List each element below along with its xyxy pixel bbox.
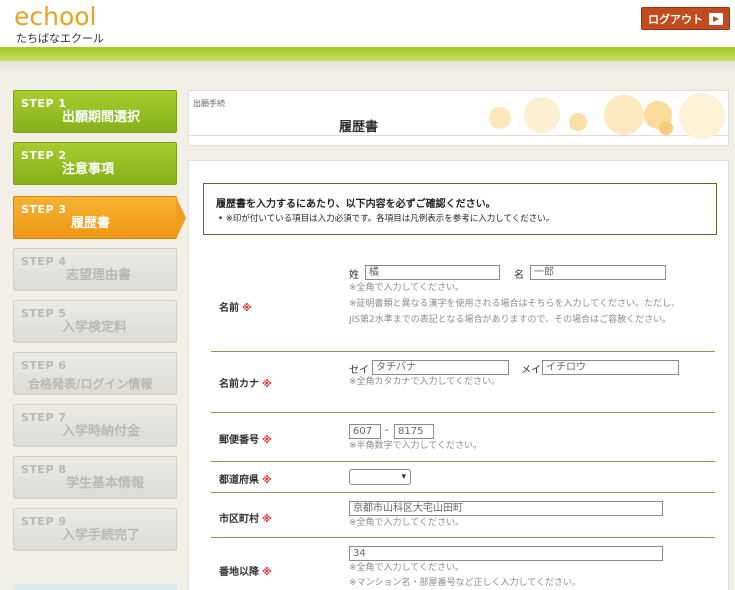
step-number: STEP 1: [21, 97, 67, 110]
exit-icon: [709, 12, 723, 25]
page-title: 履歴書: [339, 120, 379, 135]
last-name-input[interactable]: 橘: [365, 265, 500, 280]
step-number: STEP 9: [21, 515, 67, 528]
postal-code-part2-input[interactable]: 8175: [394, 424, 434, 439]
step-label: 志望理由書: [66, 268, 132, 283]
kana-mei-label: メイ: [521, 365, 541, 376]
postal-code-part1-input[interactable]: 607: [349, 424, 381, 439]
decor-bubble: [659, 121, 673, 135]
step-4[interactable]: STEP 4 志望理由書: [13, 248, 177, 291]
notice-box: 履歴書を入力するにあたり、以下内容を必ずご確認ください。 • ※印が付いている項…: [203, 183, 717, 235]
logout-label: ログアウト: [648, 12, 703, 26]
required-mark: ※: [262, 567, 272, 578]
last-name-kana-input[interactable]: タチバナ: [372, 360, 509, 375]
step-number: STEP 2: [21, 149, 67, 162]
sei-label: 姓: [349, 270, 359, 281]
first-name-input[interactable]: 一郎: [530, 265, 666, 280]
required-mark: ※: [262, 379, 272, 390]
form-panel: 履歴書を入力するにあたり、以下内容を必ずご確認ください。 • ※印が付いている項…: [188, 160, 729, 590]
sidebar-banner: [13, 584, 177, 590]
step-number: STEP 3: [21, 203, 67, 216]
step-label: 注意事項: [62, 162, 115, 177]
decor-bubble: [569, 113, 587, 131]
first-name-kana-input[interactable]: イチロウ: [542, 360, 679, 375]
address-hint-1: ※全角で入力してください。: [349, 563, 465, 573]
step-1[interactable]: STEP 1 出願期間選択: [13, 90, 177, 133]
required-mark: ※: [242, 303, 252, 314]
step-label: 合格発表/ログイン情報: [28, 377, 153, 391]
step-2[interactable]: STEP 2 注意事項: [13, 142, 177, 185]
notice-item: • ※印が付いている項目は入力必須です。各項目は凡例表示を参考に入力してください…: [218, 214, 555, 224]
logout-button[interactable]: ログアウト: [641, 7, 730, 30]
step-6[interactable]: STEP 6 合格発表/ログイン情報: [13, 352, 177, 395]
header-stripe: [0, 47, 735, 71]
required-mark: ※: [262, 514, 272, 525]
step-label: 学生基本情報: [66, 476, 145, 491]
site-header: echool たちばなエクール ログアウト: [0, 0, 735, 47]
row-divider: [211, 461, 715, 462]
decor-bubble: [524, 97, 560, 133]
step-label: 入学時納付金: [62, 424, 141, 439]
page-title-panel: 出願手続 履歴書: [188, 90, 729, 146]
name-label: 名前 ※: [219, 303, 252, 314]
breadcrumb: 出願手続: [193, 99, 225, 108]
address-label: 番地以降 ※: [219, 567, 272, 578]
notice-heading: 履歴書を入力するにあたり、以下内容を必ずご確認ください。: [216, 199, 496, 210]
step-label: 入学検定料: [62, 320, 128, 335]
address-hint-2: ※マンション名・部屋番号など正しく入力してください。: [349, 578, 582, 588]
step-number: STEP 5: [21, 307, 67, 320]
title-divider: [189, 135, 728, 136]
prefecture-label: 都道府県 ※: [219, 475, 272, 486]
required-mark: ※: [262, 475, 272, 486]
decor-bubble: [679, 93, 725, 139]
step-number: STEP 4: [21, 255, 67, 268]
postal-code-hint: ※半角数字で入力してください。: [349, 441, 483, 451]
postal-code-separator: -: [385, 425, 389, 436]
name-hint-1: ※全角で入力してください。: [349, 283, 465, 293]
chevron-down-icon: ▾: [401, 472, 406, 482]
step-5[interactable]: STEP 5 入学検定料: [13, 300, 177, 343]
city-input[interactable]: 京都市山科区大宅山田町: [349, 501, 663, 516]
postal-code-label: 郵便番号 ※: [219, 435, 272, 446]
step-number: STEP 6: [21, 359, 67, 372]
city-hint: ※全角で入力してください。: [349, 518, 465, 528]
kana-hint: ※全角カタカナで入力してください。: [349, 377, 501, 387]
row-divider: [211, 412, 715, 413]
required-mark: ※: [262, 435, 272, 446]
step-8[interactable]: STEP 8 学生基本情報: [13, 456, 177, 499]
prefecture-select[interactable]: ▾: [349, 469, 411, 485]
decor-bubble: [604, 95, 644, 135]
logo[interactable]: echool: [14, 2, 97, 31]
row-divider: [211, 351, 715, 352]
logo-subtitle: たちばなエクール: [16, 32, 104, 45]
step-9[interactable]: STEP 9 入学手続完了: [13, 508, 177, 551]
name-hint-3: JIS第2水準までの表記となる場合がありますので、その場合はご容赦ください。: [349, 315, 672, 325]
step-number: STEP 7: [21, 411, 67, 424]
step-label: 履歴書: [71, 216, 111, 231]
kana-sei-label: セイ: [349, 365, 369, 376]
step-3[interactable]: STEP 3 履歴書: [13, 196, 186, 239]
row-divider: [211, 537, 715, 538]
name-hint-2: ※証明書類と異なる漢字を使用される場合はそちらを入力してください。ただし、: [349, 299, 681, 309]
row-divider: [211, 492, 715, 493]
name-kana-label: 名前カナ ※: [219, 379, 272, 390]
city-label: 市区町村 ※: [219, 514, 272, 525]
step-number: STEP 8: [21, 463, 67, 476]
decor-bubble: [489, 107, 511, 129]
step-label: 出願期間選択: [62, 110, 141, 125]
address-input[interactable]: 34: [349, 546, 663, 561]
step-label: 入学手続完了: [62, 528, 141, 543]
step-7[interactable]: STEP 7 入学時納付金: [13, 404, 177, 447]
mei-label: 名: [514, 270, 524, 281]
